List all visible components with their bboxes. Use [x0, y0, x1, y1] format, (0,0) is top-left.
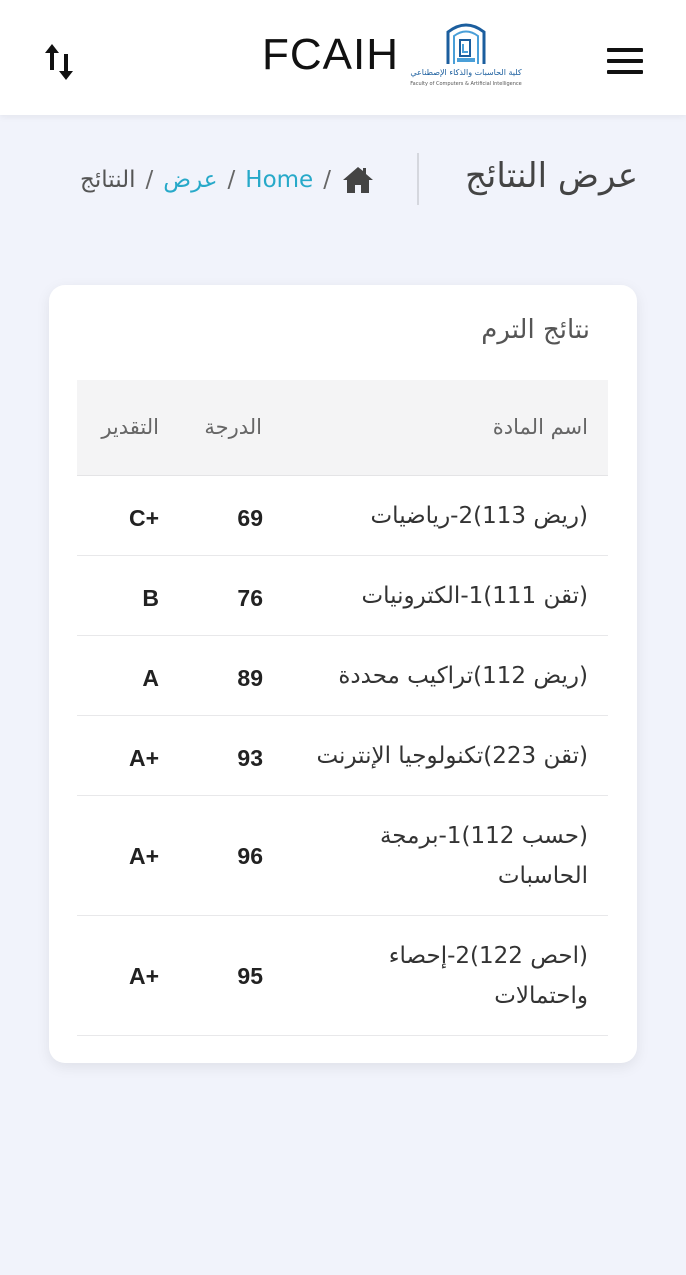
breadcrumb-separator: /	[323, 167, 331, 193]
results-card: نتائج الترم اسم المادة الدرجة التقدير (ر…	[49, 285, 637, 1063]
table-row: (تقن 223)تكنولوجيا الإنترنت 93 +A	[77, 716, 608, 796]
grade-value: +A	[128, 963, 159, 989]
college-logo-icon: كلية الحاسبات والذكاء الإصطناعي Faculty …	[405, 22, 527, 92]
logo-text-ar: كلية الحاسبات والذكاء الإصطناعي	[410, 68, 522, 77]
score-value: 69	[237, 505, 263, 531]
score-value: 76	[237, 585, 263, 611]
grade-value: +A	[128, 843, 159, 869]
subject-name: (ريض 113)2-رياضيات	[370, 503, 588, 529]
table-row: (احص 122)2-إحصاء واحتمالات 95 +A	[77, 916, 608, 1036]
grade-value: B	[142, 585, 159, 611]
table-row: (ريض 113)2-رياضيات 69 +C	[77, 476, 608, 556]
grade-value: A	[142, 665, 159, 691]
subject-name: (تقن 111)1-الكترونيات	[361, 583, 588, 609]
table-row: (تقن 111)1-الكترونيات 76 B	[77, 556, 608, 636]
subject-name: (تقن 223)تكنولوجيا الإنترنت	[316, 743, 588, 769]
breadcrumb-home-link[interactable]: Home	[245, 167, 313, 193]
top-app-bar: FCAIH كلية الحاسبات والذكاء الإصطناعي Fa…	[0, 0, 686, 115]
grade-value: +C	[128, 505, 159, 531]
table-header: اسم المادة الدرجة التقدير	[77, 380, 608, 476]
breadcrumb: / Home / عرض / النتائج	[80, 162, 375, 198]
table-row: (حسب 112)1-برمجة الحاسبات 96 +A	[77, 796, 608, 916]
grade-value: +A	[128, 745, 159, 771]
subject-name: (حسب 112)1-برمجة الحاسبات	[379, 823, 588, 889]
subject-name: (احص 122)2-إحصاء واحتمالات	[388, 943, 588, 1009]
breadcrumb-current: النتائج	[80, 167, 136, 193]
breadcrumb-view-link[interactable]: عرض	[163, 167, 217, 193]
logo-text-en: Faculty of Computers & Artificial Intell…	[410, 81, 522, 87]
column-header-subject: اسم المادة	[492, 415, 588, 439]
breadcrumb-separator: /	[227, 167, 236, 193]
card-title: نتائج الترم	[481, 315, 590, 345]
breadcrumb-separator: /	[145, 167, 154, 193]
hamburger-menu-icon[interactable]	[606, 47, 644, 75]
subject-name: (ريض 112)تراكيب محددة	[338, 663, 588, 689]
home-icon[interactable]	[341, 165, 375, 195]
results-table: اسم المادة الدرجة التقدير (ريض 113)2-ريا…	[77, 380, 608, 1036]
score-value: 93	[237, 745, 263, 771]
score-value: 96	[237, 843, 263, 869]
score-value: 89	[237, 665, 263, 691]
page-title: عرض النتائج	[464, 156, 638, 196]
app-title: FCAIH	[262, 30, 399, 79]
column-header-grade: التقدير	[101, 415, 159, 439]
title-divider	[417, 153, 419, 205]
table-row: (ريض 112)تراكيب محددة 89 A	[77, 636, 608, 716]
score-value: 95	[237, 963, 263, 989]
sort-arrows-icon[interactable]	[42, 40, 78, 84]
column-header-score: الدرجة	[204, 415, 262, 439]
